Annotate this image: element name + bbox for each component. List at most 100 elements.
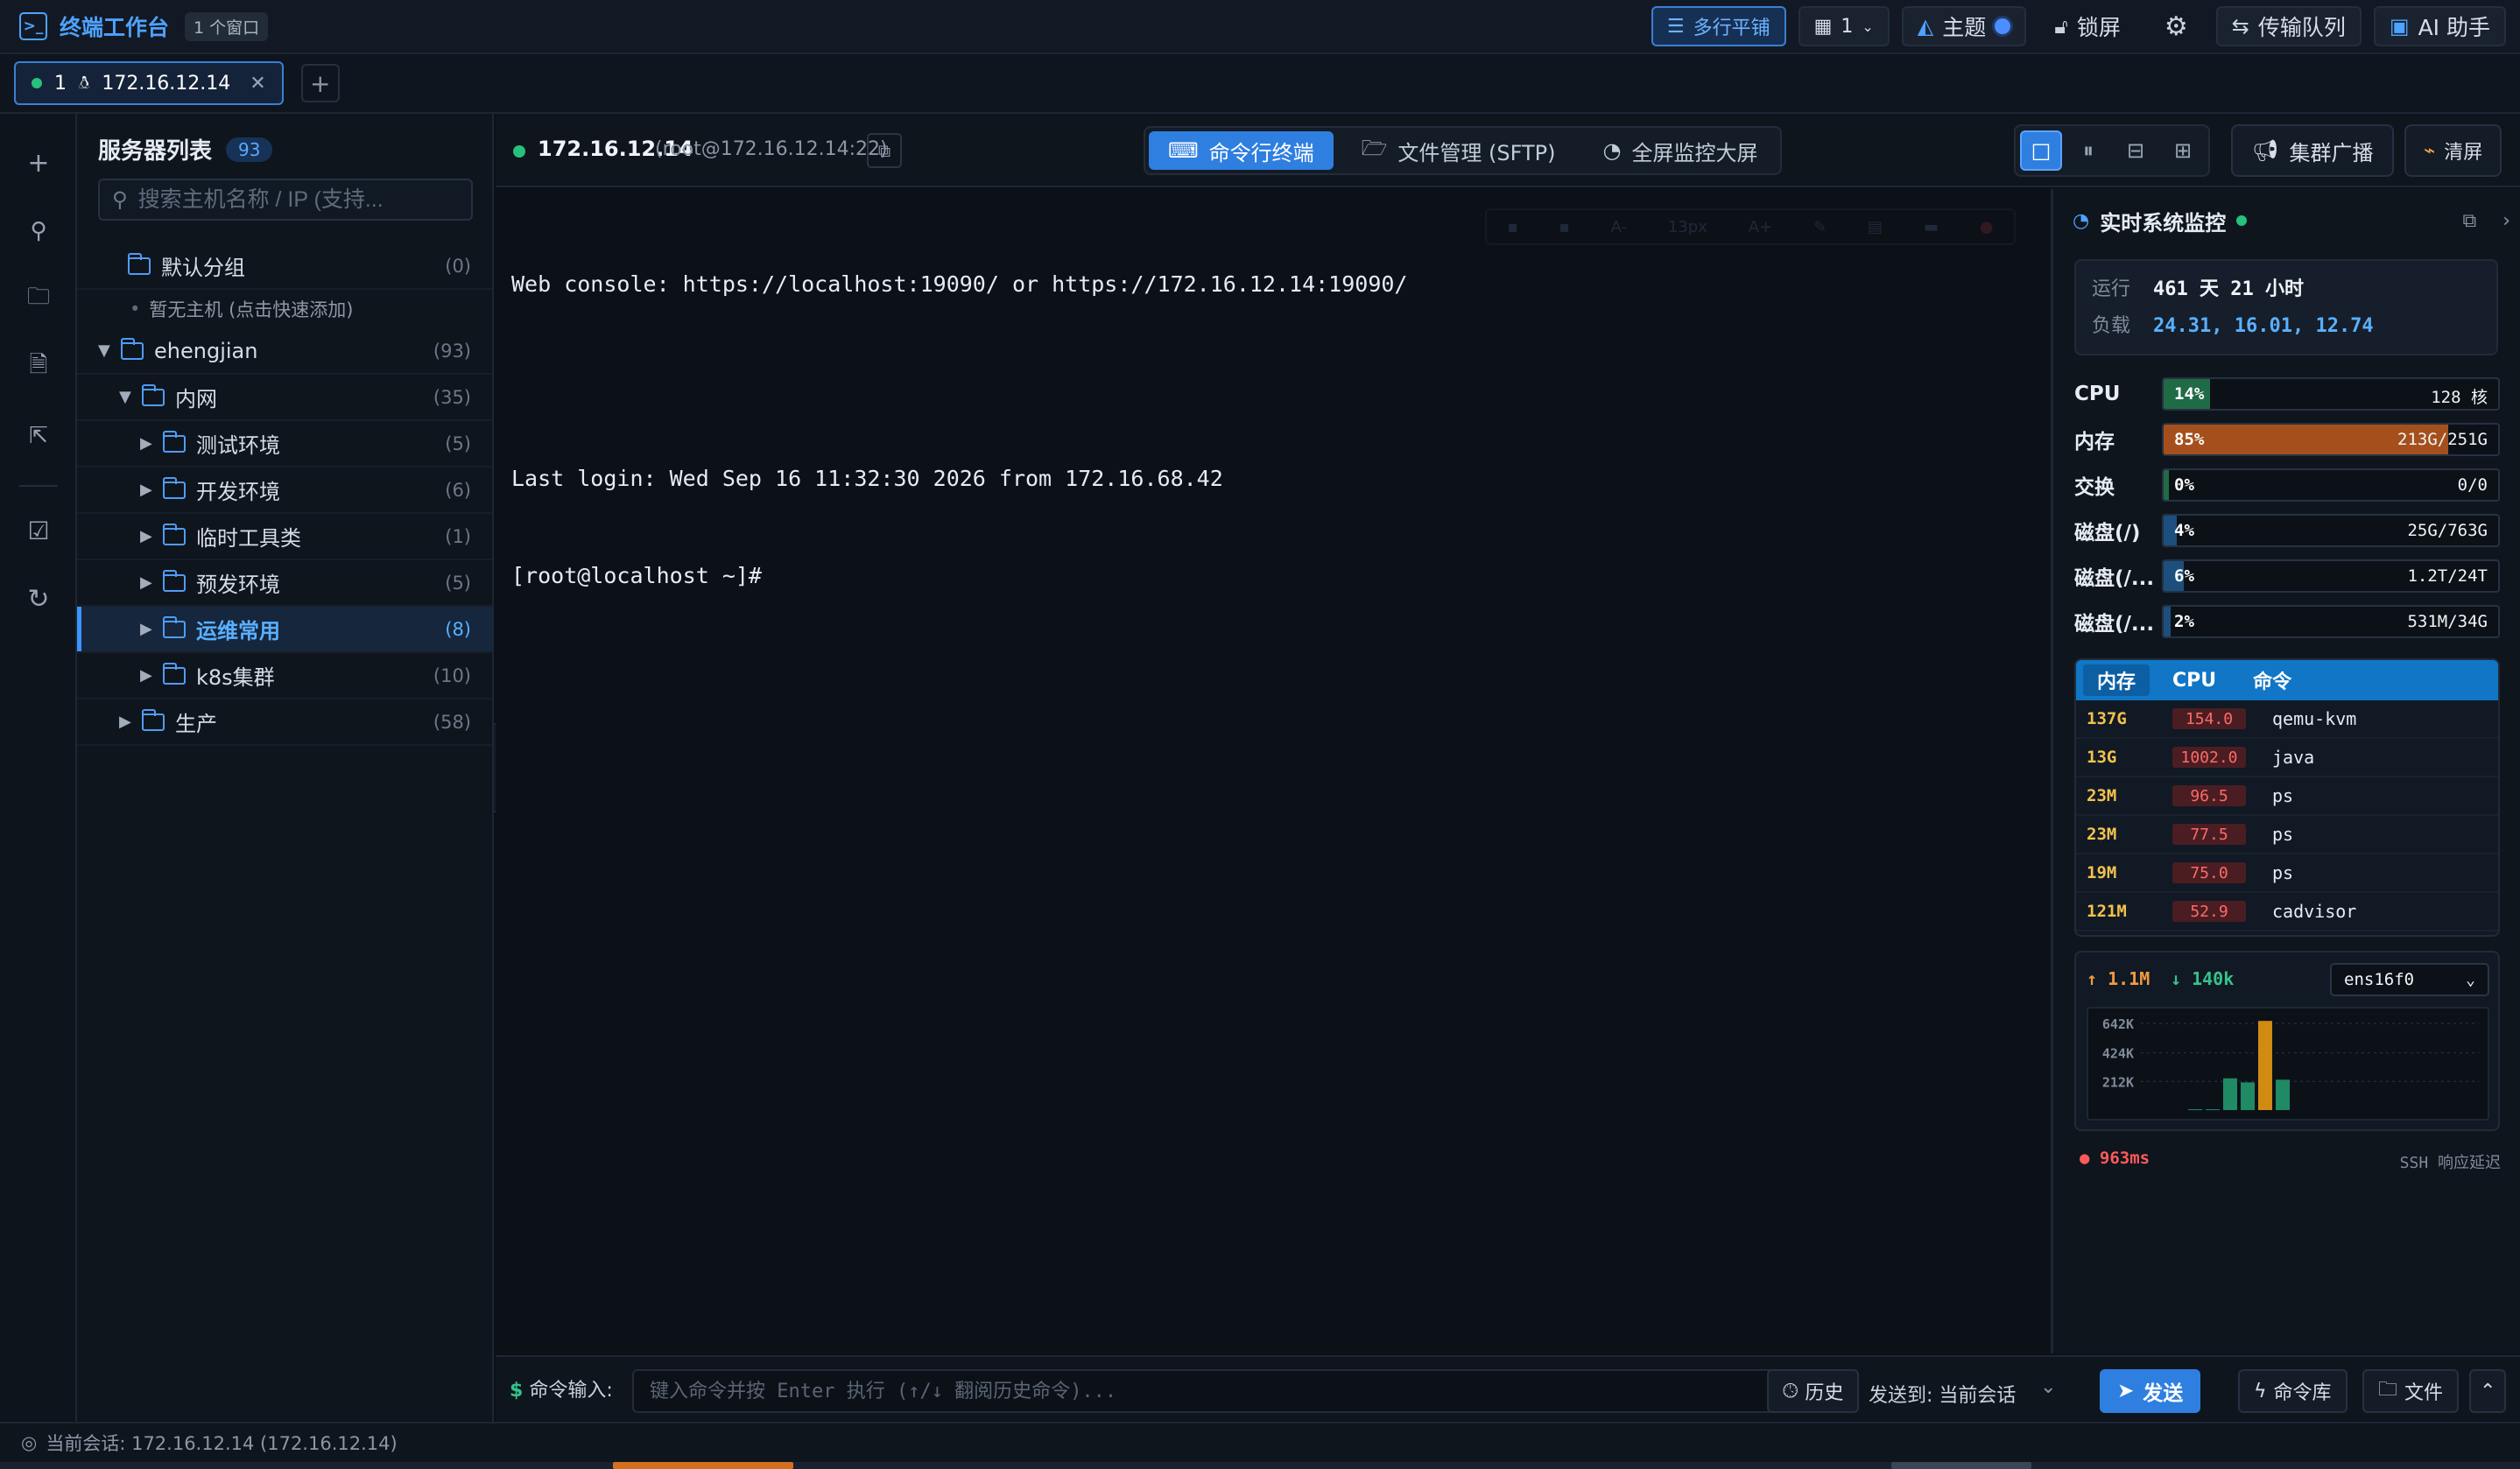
- ai-assistant-button[interactable]: ▣ AI 助手: [2373, 6, 2506, 46]
- metric-bar: 4% 25G/763G: [2162, 514, 2500, 547]
- font-decrease-button[interactable]: A-: [1611, 218, 1627, 236]
- caret-right-icon[interactable]: ▶: [140, 573, 158, 592]
- batch-select-button[interactable]: ☑: [19, 511, 58, 550]
- metric-percent: 0%: [2174, 475, 2194, 495]
- settings-button[interactable]: ⚙: [2149, 6, 2204, 46]
- brush-icon[interactable]: ✎: [1813, 218, 1827, 236]
- layout-single-button[interactable]: □: [2020, 130, 2062, 171]
- terminal-output[interactable]: Web console: https://localhost:19090/ or…: [511, 203, 1408, 657]
- tab-sort-command[interactable]: 命令: [2239, 664, 2305, 696]
- import-excel-button[interactable]: 🗎︎: [19, 348, 58, 387]
- lock-screen-label: 锁屏: [2076, 15, 2121, 40]
- terminal-pane[interactable]: Web console: https://localhost:19090/ or…: [496, 189, 2051, 1353]
- export-button[interactable]: ⇱: [19, 417, 58, 455]
- process-row[interactable]: 13G 1002.0 java: [2076, 739, 2498, 777]
- tree-group-k8s[interactable]: ▶ k8s集群 (10): [77, 653, 492, 699]
- tab-monitor-screen[interactable]: ◔ 全屏监控大屏: [1584, 131, 1777, 170]
- paste-icon[interactable]: ▪: [1559, 218, 1570, 236]
- refresh-button[interactable]: ↻: [19, 580, 58, 618]
- metric-row: 磁盘(/... 2% 531M/34G: [2074, 604, 2500, 639]
- rows-icon: ⊟: [2126, 138, 2145, 163]
- minimize-icon[interactable]: ▬: [1924, 218, 1939, 236]
- tree-empty-hint[interactable]: • 暂无主机 (点击快速添加): [77, 290, 492, 328]
- process-row[interactable]: 23M 77.5 ps: [2076, 816, 2498, 854]
- process-row[interactable]: 137G 154.0 qemu-kvm: [2076, 700, 2498, 739]
- tab-title: 172.16.12.14: [102, 72, 231, 95]
- app-title: 终端工作台: [60, 15, 170, 40]
- caret-down-icon[interactable]: ▼: [98, 341, 116, 360]
- tree-group-staging[interactable]: ▶ 预发环境 (5): [77, 560, 492, 607]
- process-row[interactable]: 23M 96.5 ps: [2076, 777, 2498, 816]
- process-row[interactable]: 121M 52.9 cadvisor: [2076, 893, 2498, 931]
- process-row[interactable]: 19M 75.0 ps: [2076, 854, 2498, 893]
- metric-label: CPU: [2074, 383, 2121, 405]
- tab-terminal[interactable]: ⌨ 命令行终端: [1149, 131, 1334, 170]
- chevron-down-icon: ⌄: [2466, 970, 2475, 989]
- tab-sort-cpu[interactable]: CPU: [2158, 664, 2230, 696]
- tree-group-temp-tools[interactable]: ▶ 临时工具类 (1): [77, 514, 492, 560]
- host-search-input[interactable]: [137, 186, 459, 213]
- record-icon[interactable]: ●: [1980, 218, 1994, 236]
- add-tab-button[interactable]: +: [300, 64, 340, 102]
- add-host-button[interactable]: +: [19, 144, 58, 182]
- tree-group-intranet[interactable]: ▼ 内网 (35): [77, 375, 492, 421]
- cluster-broadcast-button[interactable]: 📢︎ 集群广播: [2231, 124, 2395, 177]
- interface-select[interactable]: ens16f0 ⌄: [2330, 963, 2489, 996]
- send-button[interactable]: ➤ 发送: [2100, 1369, 2201, 1413]
- terminal-line: Web console: https://localhost:19090/ or…: [511, 271, 1408, 297]
- chevron-right-icon[interactable]: ›: [2502, 210, 2510, 232]
- copy-icon[interactable]: ⧉: [2462, 210, 2476, 232]
- tree-group-dev[interactable]: ▶ 开发环境 (6): [77, 467, 492, 514]
- tab-sort-memory[interactable]: 内存: [2083, 664, 2150, 696]
- chevron-down-icon[interactable]: ⌄: [2040, 1376, 2056, 1398]
- caret-right-icon[interactable]: ▶: [140, 434, 158, 453]
- caret-right-icon[interactable]: ▶: [140, 527, 158, 545]
- metric-percent: 14%: [2174, 384, 2205, 404]
- tree-group-ehengjian[interactable]: ▼ ehengjian (93): [77, 328, 492, 375]
- process-memory: 13G: [2087, 748, 2117, 767]
- caret-right-icon[interactable]: ▶: [140, 666, 158, 685]
- uptime-value: 461 天 21 小时: [2153, 278, 2304, 300]
- layout-horizontal-split-button[interactable]: ⊟: [2115, 130, 2157, 171]
- search-button[interactable]: ⚲: [19, 212, 58, 250]
- font-increase-button[interactable]: A+: [1749, 218, 1772, 236]
- monitor-title: 实时系统监控: [2100, 210, 2227, 235]
- command-input[interactable]: [632, 1369, 1795, 1413]
- session-tab[interactable]: 1 🐧︎ 172.16.12.14 ✕: [14, 61, 284, 105]
- layout-count-dropdown[interactable]: ▦ 1 ⌄: [1798, 6, 1890, 46]
- folder-icon: [121, 337, 144, 360]
- caret-right-icon[interactable]: ▶: [140, 620, 158, 638]
- y-tick-label: 642K: [2102, 1016, 2134, 1032]
- transfer-queue-button[interactable]: ⇆ 传输队列: [2215, 6, 2362, 46]
- send-target-select[interactable]: 发送到: 当前会话: [1869, 1380, 2016, 1408]
- theme-button[interactable]: ◭ 主题: [1901, 6, 2027, 46]
- tree-label: 运维常用: [196, 619, 280, 643]
- expand-button[interactable]: ⌃: [2469, 1369, 2507, 1413]
- caret-down-icon[interactable]: ▼: [119, 388, 137, 406]
- tree-group-default[interactable]: 默认分组 (0): [77, 243, 492, 290]
- caret-right-icon[interactable]: ▶: [119, 713, 137, 731]
- command-library-button[interactable]: ϟ 命令库: [2238, 1369, 2348, 1413]
- close-icon[interactable]: ✕: [250, 73, 265, 95]
- layout-grid-button[interactable]: ⊞: [2162, 130, 2204, 171]
- tile-layout-button[interactable]: ☰ 多行平铺: [1651, 6, 1786, 46]
- history-button[interactable]: 🕓︎ 历史: [1767, 1369, 1860, 1413]
- copy-icon[interactable]: ▪: [1507, 218, 1517, 236]
- new-folder-button[interactable]: 🗀︎: [19, 280, 58, 319]
- clock-icon: 🕓︎: [1783, 1380, 1798, 1402]
- tree-group-ops[interactable]: ▶ 运维常用 (8): [77, 607, 492, 653]
- file-button[interactable]: 🗀︎ 文件: [2362, 1369, 2460, 1413]
- copy-host-button[interactable]: ⧉: [867, 133, 902, 168]
- tab-sftp[interactable]: 🗁︎ 文件管理 (SFTP): [1342, 131, 1575, 170]
- tree-group-production[interactable]: ▶ 生产 (58): [77, 699, 492, 746]
- tree-group-test[interactable]: ▶ 测试环境 (5): [77, 421, 492, 467]
- network-bar: [2188, 1109, 2202, 1111]
- process-rows: 137G 154.0 qemu-kvm 13G 1002.0 java 23M 96.5 ps 2…: [2076, 700, 2498, 931]
- caret-right-icon[interactable]: ▶: [140, 481, 158, 499]
- clear-screen-button[interactable]: ⌁ 清屏: [2404, 124, 2502, 177]
- metric-fill: [2164, 470, 2169, 500]
- lock-screen-button[interactable]: 🔓︎ 锁屏: [2038, 6, 2136, 46]
- server-count-badge: 93: [226, 137, 273, 162]
- layout-vertical-split-button[interactable]: ⏸: [2067, 130, 2109, 171]
- clipboard-icon[interactable]: ▤: [1868, 218, 1883, 236]
